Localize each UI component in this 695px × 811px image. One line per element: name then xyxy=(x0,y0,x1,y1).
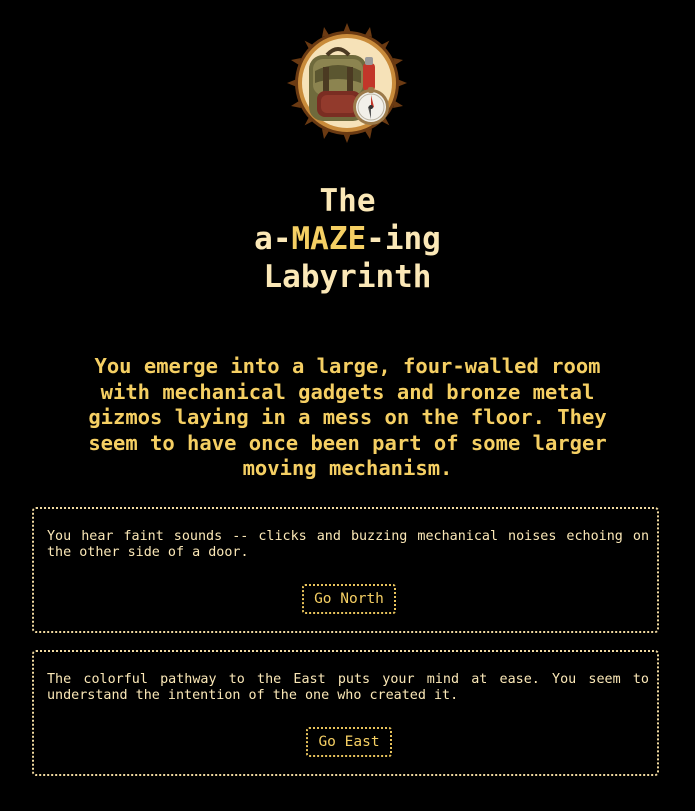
choice-description: You hear faint sounds -- clicks and buzz… xyxy=(47,529,649,560)
title-prefix: a- xyxy=(254,221,292,257)
title-line-3: Labyrinth xyxy=(263,259,432,295)
backpack-compass-icon xyxy=(287,23,407,143)
title-line-1: The xyxy=(319,183,376,219)
go-north-button[interactable]: Go North xyxy=(302,584,396,614)
title-accent: MAZE xyxy=(291,221,367,257)
game-title: The a-MAZE-ing Labyrinth xyxy=(0,182,695,296)
choice-card-east: The colorful pathway to the East puts yo… xyxy=(32,650,659,776)
title-suffix: -ing xyxy=(366,221,441,257)
choice-description: The colorful pathway to the East puts yo… xyxy=(47,672,649,703)
room-description: You emerge into a large, four-walled roo… xyxy=(88,354,607,480)
go-east-button[interactable]: Go East xyxy=(306,727,392,757)
choice-card-north: You hear faint sounds -- clicks and buzz… xyxy=(32,507,659,633)
title-line-2: a-MAZE-ing xyxy=(0,220,695,258)
